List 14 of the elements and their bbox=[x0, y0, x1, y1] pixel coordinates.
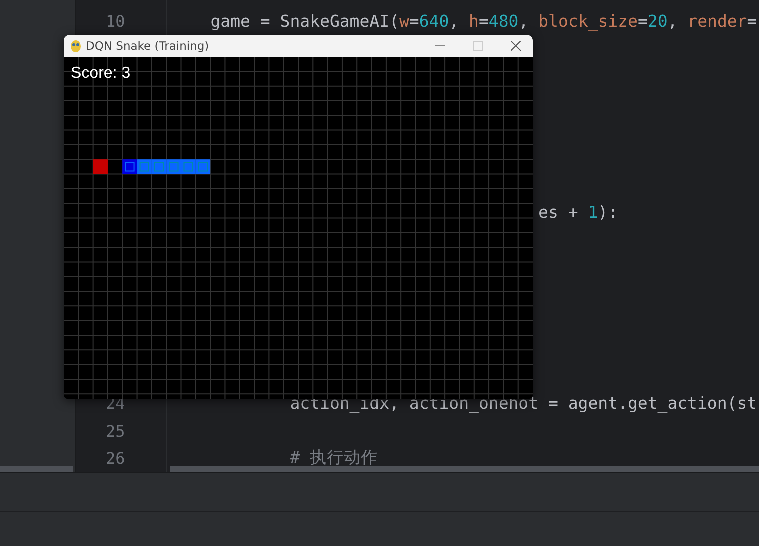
score-text: Score: 3 bbox=[71, 65, 131, 83]
code-line: es + 1): bbox=[538, 203, 618, 222]
line-number: 26 bbox=[106, 448, 126, 468]
maximize-icon bbox=[473, 41, 483, 51]
snake-logo-icon bbox=[70, 40, 82, 52]
line-number: 25 bbox=[106, 422, 126, 441]
code-line: # 执行动作 bbox=[289, 447, 378, 470]
scrollbar-thumb[interactable] bbox=[170, 466, 759, 472]
window-title: DQN Snake (Training) bbox=[86, 39, 210, 53]
close-icon bbox=[511, 41, 521, 51]
line-number: 10 bbox=[106, 12, 126, 32]
code-line: game = SnakeGameAI(w=640, h=480, block_size=20, render= bbox=[210, 12, 758, 32]
code-line: action_idx, action_onehot = agent.get_action(st bbox=[289, 394, 758, 414]
scrollbar-thumb[interactable] bbox=[0, 466, 73, 472]
